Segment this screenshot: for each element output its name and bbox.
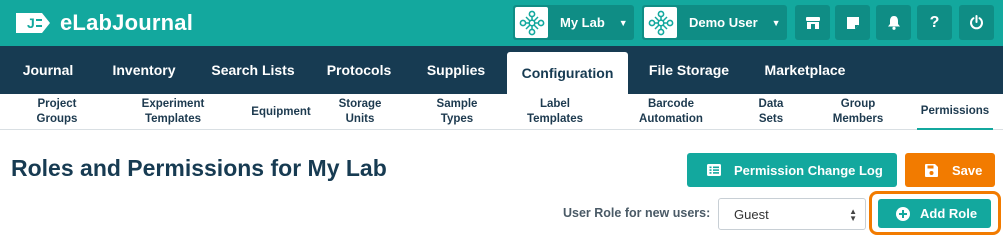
lab-selector[interactable]: My Lab ▼ bbox=[513, 5, 634, 40]
nav-configuration[interactable]: Configuration bbox=[507, 52, 628, 94]
subnav-data-sets[interactable]: Data Sets bbox=[752, 94, 790, 130]
subnav-label-line2: Types bbox=[440, 113, 474, 125]
user-selector[interactable]: Demo User ▼ bbox=[642, 5, 787, 40]
notes-button[interactable] bbox=[835, 5, 870, 40]
user-role-label: User Role for new users: bbox=[563, 206, 711, 220]
subnav-barcode-automation[interactable]: Barcode Automation bbox=[633, 94, 709, 130]
chevron-down-icon: ▼ bbox=[771, 17, 781, 28]
nav-journal[interactable]: Journal bbox=[12, 46, 84, 94]
user-selector-label: Demo User bbox=[689, 15, 758, 30]
permission-change-log-label: Permission Change Log bbox=[734, 162, 883, 178]
network-nodes-icon bbox=[644, 7, 677, 38]
subnav-permissions[interactable]: Permissions bbox=[917, 94, 993, 130]
brand-name: eLabJournal bbox=[60, 10, 194, 35]
notifications-button[interactable] bbox=[876, 5, 911, 40]
subnav-label-line1: Storage bbox=[338, 98, 382, 110]
save-label: Save bbox=[952, 162, 983, 178]
add-role-button[interactable]: Add Role bbox=[878, 199, 991, 228]
logout-button[interactable] bbox=[959, 5, 994, 40]
svg-text:J: J bbox=[27, 15, 35, 31]
brand[interactable]: J eLabJournal bbox=[14, 9, 193, 37]
nav-inventory[interactable]: Inventory bbox=[99, 46, 189, 94]
subnav-equipment[interactable]: Equipment bbox=[245, 94, 317, 130]
bell-icon bbox=[887, 16, 900, 30]
main-nav: Journal Inventory Search Lists Protocols… bbox=[0, 46, 1003, 94]
list-icon bbox=[707, 164, 721, 176]
floppy-disk-icon bbox=[925, 163, 938, 177]
power-icon bbox=[970, 15, 983, 30]
nav-marketplace[interactable]: Marketplace bbox=[756, 46, 854, 94]
subnav-label-line1: Sample bbox=[436, 98, 478, 110]
permission-change-log-button[interactable]: Permission Change Log bbox=[687, 153, 897, 187]
subnav-label-line1: Group bbox=[840, 98, 876, 110]
subnav-label-templates[interactable]: Label Templates bbox=[522, 94, 588, 130]
subnav-label-line2: Members bbox=[832, 113, 884, 125]
save-button[interactable]: Save bbox=[905, 153, 995, 187]
subnav-experiment-templates[interactable]: Experiment Templates bbox=[133, 94, 213, 130]
user-role-select[interactable]: Guest ▲ ▼ bbox=[718, 198, 866, 230]
subnav-label-line2: Templates bbox=[144, 113, 201, 125]
nav-file-storage[interactable]: File Storage bbox=[640, 46, 738, 94]
subnav-label-line2: Templates bbox=[526, 113, 584, 125]
plus-circle-icon bbox=[896, 206, 910, 221]
subnav-label-line1: Project bbox=[37, 98, 77, 110]
nav-search-lists[interactable]: Search Lists bbox=[203, 46, 303, 94]
help-button[interactable]: ? bbox=[917, 5, 952, 40]
help-icon: ? bbox=[929, 13, 940, 31]
subnav-label-line2: Sets bbox=[758, 113, 784, 125]
subnav-label-line1: Experiment bbox=[141, 98, 205, 110]
top-bar: J eLabJournal My Lab ▼ Demo User ▼ ? bbox=[0, 0, 1003, 46]
chevron-down-icon: ▼ bbox=[618, 17, 628, 28]
sub-nav: Project Groups Experiment Templates Equipm… bbox=[0, 94, 1003, 130]
subnav-storage-units[interactable]: Storage Units bbox=[337, 94, 383, 130]
page-title: Roles and Permissions for My Lab bbox=[11, 155, 387, 181]
subnav-project-groups[interactable]: Project Groups bbox=[26, 94, 88, 130]
nav-protocols[interactable]: Protocols bbox=[318, 46, 400, 94]
user-role-select-value: Guest bbox=[734, 206, 769, 222]
subnav-label-line1: Permissions bbox=[920, 104, 990, 117]
elab-logo-icon: J bbox=[14, 10, 52, 36]
subnav-label-line1: Label bbox=[539, 98, 571, 110]
network-nodes-icon bbox=[515, 7, 548, 38]
add-role-label: Add Role bbox=[920, 206, 978, 221]
subnav-label-line1: Barcode bbox=[647, 98, 694, 110]
store-button[interactable] bbox=[795, 5, 830, 40]
subnav-label-line2: Units bbox=[345, 113, 375, 125]
store-icon bbox=[805, 16, 820, 29]
subnav-label-line1: Equipment bbox=[251, 105, 311, 118]
subnav-label-line1: Data bbox=[758, 98, 784, 110]
select-arrows-icon: ▲ ▼ bbox=[849, 207, 857, 223]
subnav-group-members[interactable]: Group Members bbox=[828, 94, 888, 130]
subnav-label-line2: Groups bbox=[36, 113, 78, 125]
nav-supplies[interactable]: Supplies bbox=[418, 46, 494, 94]
subnav-sample-types[interactable]: Sample Types bbox=[431, 94, 483, 130]
subnav-label-line2: Automation bbox=[639, 113, 703, 125]
lab-selector-label: My Lab bbox=[560, 15, 605, 30]
notes-icon bbox=[846, 16, 859, 29]
